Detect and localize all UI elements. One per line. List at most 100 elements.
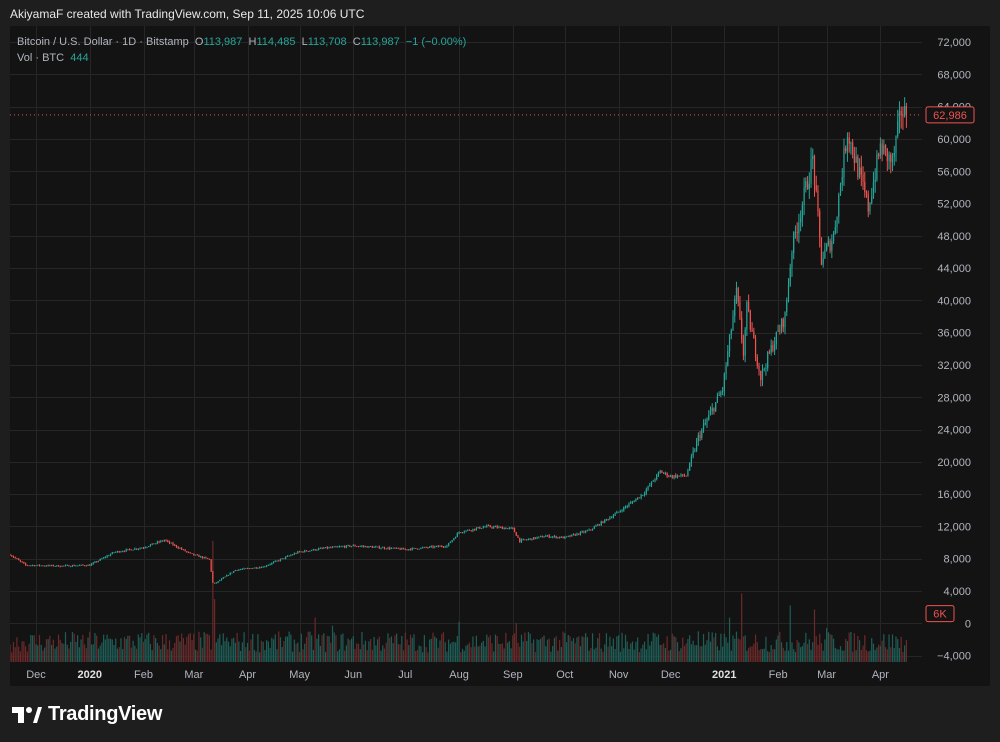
volume-bar [739, 639, 741, 662]
tradingview-logo[interactable]: TradingView [12, 703, 162, 726]
volume-bar [35, 644, 37, 662]
candle-body [260, 567, 263, 569]
candle-body [872, 182, 875, 197]
last-price-label: 62,986 [933, 110, 967, 122]
volume-bar [397, 644, 399, 662]
volume-bar [579, 646, 582, 662]
volume-bar [205, 633, 207, 662]
volume-bar [754, 634, 757, 662]
candle-body [243, 568, 245, 570]
candle-body [21, 561, 23, 563]
price-chart[interactable]: 72,00068,00064,00060,00056,00052,00048,0… [10, 26, 990, 686]
volume-bar [624, 634, 627, 662]
volume-bar [161, 635, 164, 662]
volume-bar [252, 633, 254, 662]
candle-body [564, 536, 566, 539]
tradingview-logo-icon [12, 706, 42, 723]
candle-body [628, 503, 630, 507]
candle-body [659, 470, 661, 473]
volume-bar [151, 650, 153, 662]
volume-bar [669, 649, 672, 662]
volume-bar [685, 643, 687, 662]
candle-body [793, 232, 795, 254]
volume-bar [630, 643, 632, 662]
price-axis[interactable]: 72,00068,00064,00060,00056,00052,00048,0… [937, 37, 971, 662]
candle-body [805, 181, 807, 188]
chart-legend: Bitcoin / U.S. Dollar · 1D · Bitstamp O1… [17, 34, 466, 66]
volume-bar [453, 641, 455, 662]
volume-bar [611, 646, 613, 662]
volume-bar [437, 647, 439, 662]
candle-body [560, 536, 562, 538]
candle-body [239, 569, 242, 571]
volume-bar [82, 634, 84, 662]
volume-bar [338, 649, 341, 662]
candle-body [858, 167, 861, 178]
volume-bar [820, 643, 823, 662]
candle-body [151, 543, 153, 545]
volume-bar [274, 634, 276, 662]
candle-body [522, 539, 524, 541]
candle-body [349, 545, 351, 547]
volume-bar [777, 635, 779, 662]
candle-body [278, 560, 280, 562]
candle-body [434, 546, 436, 548]
candle-body [505, 527, 507, 530]
candle-body [493, 526, 495, 528]
volume-bar [194, 649, 197, 662]
volume-bar [479, 645, 481, 662]
candle-body [715, 402, 717, 412]
candle-body [401, 548, 403, 550]
volume-bar [878, 644, 880, 662]
volume-bar [638, 652, 640, 662]
candle-body [442, 546, 445, 548]
candle-body [711, 408, 713, 411]
candle-body [886, 148, 888, 161]
candle-body [864, 181, 866, 193]
volume-bar [701, 646, 703, 662]
volume-bar [810, 649, 812, 662]
candle-body [321, 548, 323, 549]
volume-bar [864, 635, 866, 662]
volume-bar [349, 640, 351, 662]
candle-body [902, 115, 904, 117]
candle-body [435, 545, 438, 547]
volume-bar [475, 635, 478, 662]
candle-body [420, 547, 422, 549]
candle-body [650, 481, 653, 486]
time-axis[interactable]: Dec 2020 Feb Mar Apr May Jun Jul Aug Sep Oct Nov Dec… [26, 669, 889, 681]
volume-bar [498, 643, 500, 662]
volume-bar [846, 641, 849, 662]
candle-body [158, 541, 160, 543]
candle-body [51, 565, 53, 566]
volume-bar [682, 637, 684, 662]
volume-bar [467, 644, 469, 662]
volume-bar [775, 639, 777, 662]
volume-bar [489, 635, 491, 662]
candle-body [546, 535, 549, 537]
volume-bar [326, 635, 328, 662]
time-tick-label: Dec [661, 669, 681, 681]
candle-body [54, 566, 56, 567]
candle-body [44, 565, 46, 567]
candle-body [141, 547, 143, 549]
volume-bar [390, 636, 393, 662]
volume-bar [441, 633, 443, 662]
candle-body [751, 329, 753, 332]
price-tick-label: 40,000 [937, 295, 971, 307]
candle-body [836, 216, 838, 228]
volume-bar [129, 635, 131, 662]
volume-bar [40, 644, 42, 662]
volume-bar [716, 646, 719, 662]
volume-bar [51, 644, 53, 662]
candle-body [643, 493, 646, 496]
candle-body [246, 568, 249, 570]
volume-bar [848, 632, 850, 662]
candle-body [38, 564, 41, 566]
candle-body [884, 145, 887, 149]
volume-bar [852, 651, 854, 662]
volume-bar [337, 651, 339, 662]
chart-area[interactable]: 72,00068,00064,00060,00056,00052,00048,0… [10, 26, 990, 686]
volume-bar [831, 635, 833, 662]
volume-bar [822, 650, 824, 662]
